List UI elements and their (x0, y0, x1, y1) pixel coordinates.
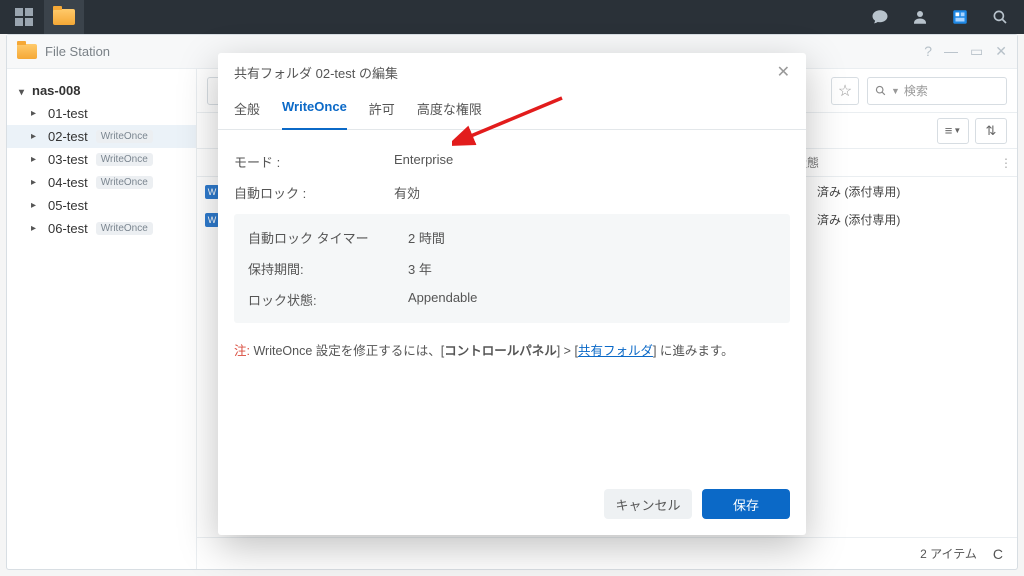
search-icon (874, 84, 887, 97)
dialog-title: 共有フォルダ 02-test の編集 (234, 63, 398, 82)
search-placeholder: 検索 (904, 82, 928, 99)
tab-writeonce[interactable]: WriteOnce (282, 91, 347, 130)
retention-label: 保持期間: (248, 259, 408, 278)
status-bar: 2 アイテム C (197, 537, 1017, 569)
tab-general[interactable]: 全般 (234, 91, 260, 130)
save-button[interactable]: 保存 (702, 489, 790, 519)
window-title: File Station (45, 44, 110, 59)
apps-grid-icon (15, 8, 33, 26)
tree-node-06-test[interactable]: ▸06-testWriteOnce (7, 217, 196, 240)
maximize-button[interactable]: ▭ (970, 43, 983, 60)
taskbar-search-button[interactable] (980, 0, 1020, 34)
timer-label: 自動ロック タイマー (248, 228, 408, 247)
retention-value: 3 年 (408, 259, 776, 278)
dialog-tabs: 全般 WriteOnce 許可 高度な権限 (218, 91, 806, 130)
tree-node-05-test[interactable]: ▸05-test (7, 194, 196, 217)
autolock-label: 自動ロック : (234, 183, 394, 202)
tree-node-04-test[interactable]: ▸04-testWriteOnce (7, 171, 196, 194)
mode-label: モード : (234, 152, 394, 171)
dialog-header: 共有フォルダ 02-test の編集 ✕ (218, 53, 806, 91)
cancel-button[interactable]: キャンセル (604, 489, 692, 519)
taskbar-widgets-button[interactable] (940, 0, 980, 34)
edit-shared-folder-dialog: 共有フォルダ 02-test の編集 ✕ 全般 WriteOnce 許可 高度な… (218, 53, 806, 535)
row-lockstate: ロック状態: Appendable (248, 284, 776, 315)
dialog-close-button[interactable]: ✕ (777, 62, 790, 82)
col-more[interactable]: ⋮ (995, 156, 1017, 170)
dialog-body: モード : Enterprise 自動ロック : 有効 自動ロック タイマー 2… (218, 130, 806, 481)
folder-tree: ▾nas-008 ▸01-test ▸02-testWriteOnce ▸03-… (7, 69, 197, 569)
reload-button[interactable]: C (993, 546, 1003, 562)
folder-icon (17, 44, 37, 59)
lockstate-value: Appendable (408, 290, 776, 309)
timer-value: 2 時間 (408, 228, 776, 247)
tab-permission[interactable]: 許可 (369, 91, 395, 130)
search-input[interactable]: ▼ 検索 (867, 77, 1007, 105)
taskbar-filestation-button[interactable] (44, 0, 84, 34)
taskbar-chat-button[interactable] (860, 0, 900, 34)
tree-node-03-test[interactable]: ▸03-testWriteOnce (7, 148, 196, 171)
autolock-value: 有効 (394, 183, 790, 202)
row-retention: 保持期間: 3 年 (248, 253, 776, 284)
lockstate-label: ロック状態: (248, 290, 408, 309)
row-timer: 自動ロック タイマー 2 時間 (248, 222, 776, 253)
tab-advanced-permission[interactable]: 高度な権限 (417, 91, 482, 130)
view-list-button[interactable]: ≡ ▼ (937, 118, 969, 144)
user-icon (911, 8, 929, 26)
dialog-footer: キャンセル 保存 (218, 481, 806, 535)
folder-icon (53, 9, 75, 25)
row-mode: モード : Enterprise (234, 146, 790, 177)
help-button[interactable]: ? (924, 43, 932, 60)
row-autolock: 自動ロック : 有効 (234, 177, 790, 208)
tree-node-02-test[interactable]: ▸02-testWriteOnce (7, 125, 196, 148)
file-word-icon: W (205, 185, 219, 199)
note-prefix: 注: (234, 344, 250, 358)
chat-icon (871, 8, 889, 26)
taskbar-user-button[interactable] (900, 0, 940, 34)
close-window-button[interactable]: ✕ (995, 43, 1007, 60)
favorite-button[interactable]: ☆ (831, 77, 859, 105)
col-state[interactable]: 状態 (795, 154, 995, 171)
item-count: 2 アイテム (920, 545, 977, 562)
app-launcher-button[interactable] (4, 0, 44, 34)
writeonce-note: 注: WriteOnce 設定を修正するには、[コントロールパネル] > [共有… (234, 341, 790, 362)
mode-value: Enterprise (394, 152, 790, 171)
autolock-details-box: 自動ロック タイマー 2 時間 保持期間: 3 年 ロック状態: Appenda… (234, 214, 790, 323)
shared-folder-link[interactable]: 共有フォルダ (578, 344, 653, 358)
minimize-button[interactable]: — (944, 43, 958, 60)
search-icon (991, 8, 1009, 26)
tree-root[interactable]: ▾nas-008 (7, 79, 196, 102)
sort-button[interactable]: ⇅ (975, 118, 1007, 144)
file-word-icon: W (205, 213, 219, 227)
system-taskbar (0, 0, 1024, 34)
tree-node-01-test[interactable]: ▸01-test (7, 102, 196, 125)
widgets-icon (951, 8, 969, 26)
